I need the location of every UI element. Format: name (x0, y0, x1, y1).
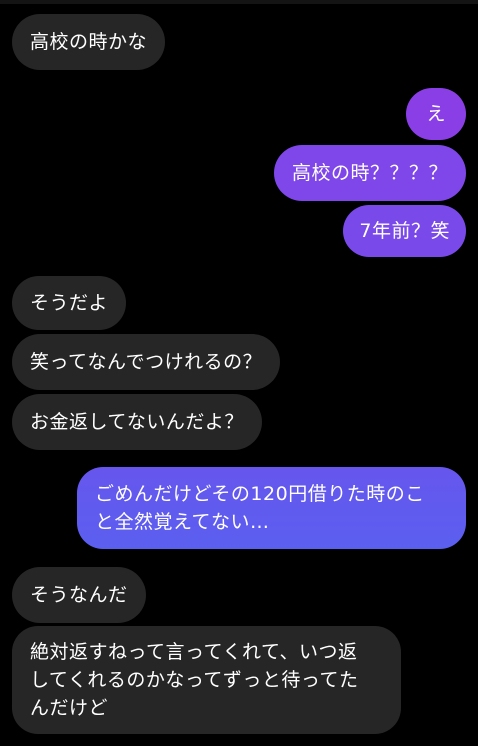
message-text-line: と全然覚えてない… (95, 511, 270, 533)
message-text: 高校の時？？？？ (291, 162, 448, 184)
message-bubble-incoming[interactable]: 絶対返すねって言ってくれて、いつ返 してくれるのかなってずっと待ってた んだけど (12, 626, 401, 734)
message-bubble-outgoing[interactable]: 7年前？笑 (343, 205, 466, 257)
message-thread[interactable]: 高校の時かな え 高校の時？？？？ 7年前？笑 そうだよ 笑ってなんでつけれるの… (0, 0, 478, 746)
message-bubble-outgoing[interactable]: 高校の時？？？？ (273, 145, 466, 201)
message-text-line: ごめんだけどその120円借りた時のこ (95, 483, 425, 505)
message-bubble-outgoing[interactable]: え (406, 88, 466, 140)
message-text: お金返してないんだよ？ (30, 411, 244, 433)
message-text: 笑ってなんでつけれるの？ (30, 351, 263, 373)
message-bubble-incoming[interactable]: そうだよ (12, 276, 127, 330)
message-text-line: 絶対返すねって言ってくれて、いつ返 (30, 641, 358, 663)
message-bubble-incoming[interactable]: 高校の時かな (12, 14, 166, 70)
message-text-line: してくれるのかなってずっと待ってた (30, 669, 359, 691)
message-text: え (426, 103, 446, 125)
message-text: そうなんだ (30, 584, 128, 606)
message-bubble-incoming[interactable]: そうなんだ (12, 567, 146, 623)
message-text-line: んだけど (30, 697, 109, 719)
message-bubble-outgoing[interactable]: ごめんだけどその120円借りた時のこ と全然覚えてない… (77, 467, 466, 549)
message-text: 7年前？笑 (359, 220, 450, 242)
message-text: 高校の時かな (30, 31, 148, 53)
message-text: そうだよ (30, 292, 109, 314)
message-bubble-incoming[interactable]: 笑ってなんでつけれるの？ (12, 334, 281, 390)
message-bubble-incoming[interactable]: お金返してないんだよ？ (12, 394, 262, 450)
